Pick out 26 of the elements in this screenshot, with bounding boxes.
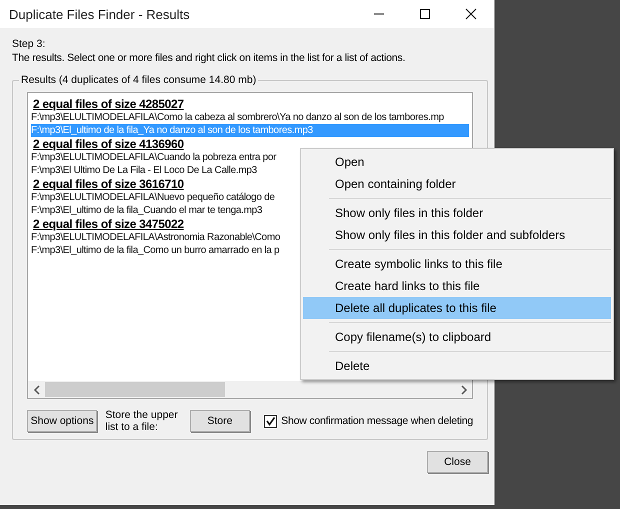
group-header[interactable]: 2 equal files of size 4285027 bbox=[31, 97, 469, 111]
menu-item[interactable]: Open bbox=[303, 151, 611, 173]
store-button[interactable]: Store bbox=[190, 410, 250, 432]
checkbox[interactable] bbox=[264, 414, 278, 428]
instruction-text: The results. Select one or more files and right click on items in the list for a list of actions. bbox=[12, 52, 406, 64]
close-icon[interactable] bbox=[465, 8, 477, 20]
file-path[interactable]: F:\mp3\ELULTIMODELAFILA\Como la cabeza al sombrero\Ya no danzo al son de los tambores.mp bbox=[31, 111, 469, 124]
menu-item[interactable]: Delete bbox=[303, 355, 611, 377]
menu-item[interactable]: Show only files in this folder and subfolders bbox=[303, 224, 611, 246]
close-dialog-button[interactable]: Close bbox=[427, 451, 488, 473]
menu-item[interactable]: Open containing folder bbox=[303, 173, 611, 195]
group-header[interactable]: 2 equal files of size 4136960 bbox=[31, 137, 469, 151]
menu-item[interactable]: Delete all duplicates to this file bbox=[303, 297, 611, 319]
group-title: Results (4 duplicates of 4 files consume 14.80 mb) bbox=[19, 74, 258, 86]
show-options-button[interactable]: Show options bbox=[27, 410, 98, 432]
checkbox-label: Show confirmation message when deleting bbox=[281, 415, 473, 427]
maximize-icon[interactable] bbox=[419, 8, 431, 20]
menu-item[interactable]: Create symbolic links to this file bbox=[303, 253, 611, 275]
store-label: Store the upper list to a file: bbox=[105, 409, 179, 433]
menu-item[interactable]: Copy filename(s) to clipboard bbox=[303, 326, 611, 348]
menu-item[interactable]: Show only files in this folder bbox=[303, 202, 611, 224]
window-title: Duplicate Files Finder - Results bbox=[9, 6, 190, 22]
scroll-thumb[interactable] bbox=[45, 382, 225, 397]
step-label: Step 3: bbox=[12, 38, 46, 50]
horizontal-scrollbar[interactable] bbox=[28, 381, 472, 398]
menu-item[interactable]: Create hard links to this file bbox=[303, 275, 611, 297]
